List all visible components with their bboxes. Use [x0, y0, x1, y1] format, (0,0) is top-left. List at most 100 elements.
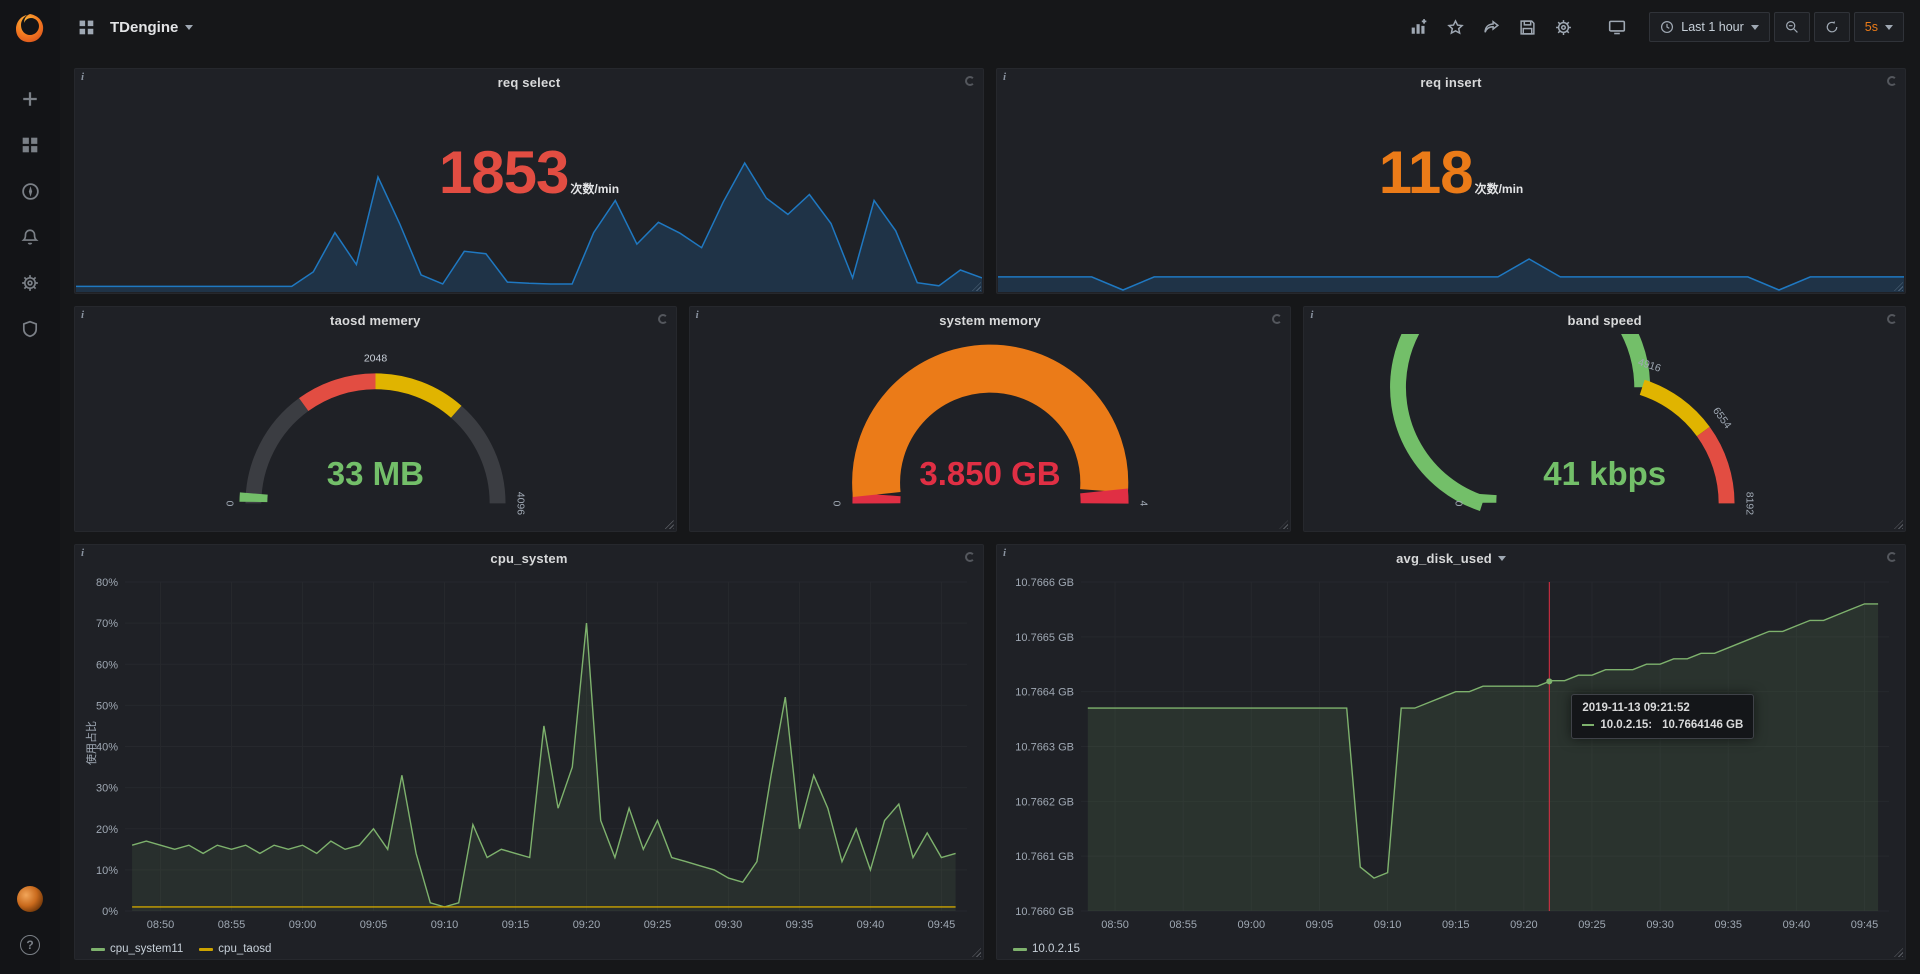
sidebar-item-explore[interactable]	[0, 168, 60, 214]
panel-header[interactable]: band speed	[1304, 307, 1905, 334]
x-tick-label: 09:25	[644, 919, 672, 931]
gauge-scale-label: 8192	[1744, 492, 1756, 516]
panel-header[interactable]: system memory	[690, 307, 1291, 334]
save-dashboard-button[interactable]	[1513, 13, 1541, 41]
y-tick-label: 10.7661 GB	[1015, 851, 1074, 863]
sidebar-item-create[interactable]	[0, 76, 60, 122]
legend-series-dash	[1013, 948, 1027, 951]
band-speed-gauge-chart[interactable]: 0491665548192	[1304, 334, 1905, 531]
panel-title: req select	[498, 75, 561, 90]
x-tick-label: 09:40	[857, 919, 885, 931]
configuration-gear-icon	[21, 274, 39, 292]
alerting-icon	[21, 228, 39, 246]
gauge-segment	[253, 405, 303, 504]
panel-info-icon[interactable]: i	[1003, 71, 1006, 83]
sparkline-area	[998, 259, 1904, 292]
grafana-logo-icon	[12, 11, 48, 47]
panel-header[interactable]: req select	[75, 69, 983, 96]
y-tick-label: 60%	[96, 659, 118, 671]
dashboard-settings-button[interactable]	[1549, 13, 1577, 41]
grafana-logo[interactable]	[11, 10, 49, 48]
panel-resize-handle[interactable]	[1894, 948, 1903, 957]
dashboard-grid-icon	[78, 19, 95, 36]
y-tick-label: 30%	[96, 783, 118, 795]
clock-icon	[1660, 20, 1674, 34]
sidebar-item-configuration[interactable]	[0, 260, 60, 306]
gauge-scale-label: 0	[1454, 500, 1466, 506]
x-tick-label: 09:25	[1578, 919, 1606, 931]
req_insert_spark-svg	[998, 153, 1904, 292]
req-insert-sparkline-chart[interactable]	[998, 153, 1904, 292]
panel-title: band speed	[1568, 313, 1642, 328]
sidebar: ?	[0, 0, 60, 974]
panel-info-icon[interactable]: i	[81, 309, 84, 321]
sidebar-item-profile[interactable]	[0, 876, 60, 922]
explore-icon	[21, 182, 40, 201]
x-tick-label: 09:05	[360, 919, 388, 931]
avg-disk-used-chart[interactable]: 08:5008:5509:0009:0509:1009:1509:2009:25…	[997, 572, 1905, 935]
sparkline-area	[76, 163, 982, 292]
dashboard-picker-button[interactable]	[72, 13, 100, 41]
panel-title: avg_disk_used	[1396, 551, 1492, 566]
panel-info-icon[interactable]: i	[81, 71, 84, 83]
panel-header[interactable]: cpu_system	[75, 545, 983, 572]
panel-loading-icon	[1887, 552, 1897, 562]
refresh-interval-button[interactable]: 5s	[1854, 12, 1904, 42]
time-range-label: Last 1 hour	[1681, 20, 1744, 34]
panel-info-icon[interactable]: i	[81, 547, 84, 559]
taosd-memory-gauge-chart[interactable]: 020484096	[75, 334, 676, 531]
panel-info-icon[interactable]: i	[1310, 309, 1313, 321]
cycle-view-mode-button[interactable]	[1603, 13, 1631, 41]
sidebar-item-help[interactable]: ?	[0, 922, 60, 968]
avg_disk_used_chart-svg: 08:5008:5509:0009:0509:1009:1509:2009:25…	[997, 572, 1905, 935]
tooltip-series-name: 10.0.2.15:	[1600, 719, 1652, 731]
cpu-system-chart[interactable]: 08:5008:5509:0009:0509:1009:1509:2009:25…	[75, 572, 983, 935]
gauge-scale-label: 0	[224, 500, 236, 506]
panel-header[interactable]: taosd memery	[75, 307, 676, 334]
req_select_spark-svg	[76, 153, 982, 292]
share-dashboard-button[interactable]	[1477, 13, 1505, 41]
panel-req-select: i req select 1853次数/min	[74, 68, 984, 294]
star-dashboard-button[interactable]	[1441, 13, 1469, 41]
gauge-scale-label: 4096	[515, 492, 527, 516]
time-range-picker-button[interactable]: Last 1 hour	[1649, 12, 1770, 42]
add-panel-button[interactable]	[1405, 13, 1433, 41]
y-tick-label: 50%	[96, 700, 118, 712]
req-select-sparkline-chart[interactable]	[76, 153, 982, 292]
y-tick-label: 20%	[96, 824, 118, 836]
caret-down-icon	[1751, 25, 1759, 30]
x-tick-label: 09:45	[1851, 919, 1879, 931]
panel-title: cpu_system	[490, 551, 567, 566]
x-tick-label: 09:05	[1306, 919, 1334, 931]
sidebar-item-alerting[interactable]	[0, 214, 60, 260]
x-tick-label: 09:40	[1783, 919, 1811, 931]
legend-item[interactable]: 10.0.2.15	[1013, 943, 1080, 955]
avatar	[17, 886, 43, 912]
x-tick-label: 09:35	[786, 919, 814, 931]
system-memory-gauge-chart[interactable]: 04	[690, 334, 1291, 531]
tooltip-row: 10.0.2.15: 10.7664146 GB	[1582, 719, 1743, 731]
gauge-segment	[1643, 387, 1704, 431]
sidebar-item-server-admin[interactable]	[0, 306, 60, 352]
tv-icon	[1608, 18, 1626, 36]
y-tick-label: 10.7663 GB	[1015, 742, 1074, 754]
plus-icon	[21, 90, 39, 108]
x-tick-label: 08:50	[1101, 919, 1129, 931]
legend-item[interactable]: cpu_system11	[91, 943, 183, 955]
legend-item[interactable]: cpu_taosd	[199, 943, 271, 955]
dashboard-title[interactable]: TDengine	[110, 19, 193, 36]
tooltip-value: 10.7664146 GB	[1662, 719, 1743, 731]
chart-tooltip: 2019-11-13 09:21:52 10.0.2.15: 10.766414…	[1571, 694, 1754, 739]
help-glyph: ?	[26, 938, 33, 952]
x-tick-label: 09:10	[1374, 919, 1402, 931]
panel-header[interactable]: req insert	[997, 69, 1905, 96]
sidebar-item-dashboards[interactable]	[0, 122, 60, 168]
refresh-button[interactable]	[1814, 12, 1850, 42]
hover-point	[1546, 678, 1552, 684]
gauge-scale-label: 4	[1137, 500, 1149, 506]
panel-header[interactable]: avg_disk_used	[997, 545, 1905, 572]
panel-info-icon[interactable]: i	[1003, 547, 1006, 559]
panel-info-icon[interactable]: i	[696, 309, 699, 321]
panel-resize-handle[interactable]	[972, 948, 981, 957]
zoom-out-time-button[interactable]	[1774, 12, 1810, 42]
